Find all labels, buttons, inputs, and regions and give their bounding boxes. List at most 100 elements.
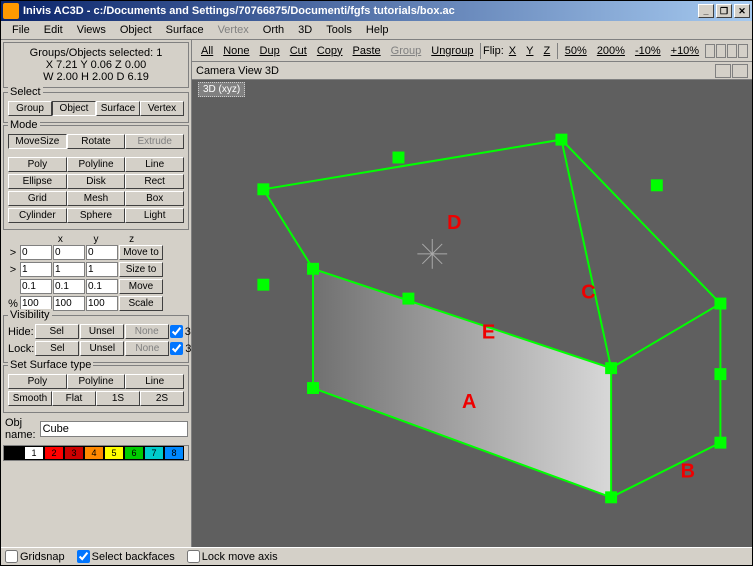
select-object[interactable]: Object [52,101,96,116]
shape-light[interactable]: Light [125,208,184,223]
color-swatch-3[interactable]: 3 [64,446,84,460]
hide-3d-checkbox[interactable]: 3D [170,325,192,338]
face-b: B [681,460,695,482]
shape-grid[interactable]: Grid [8,191,67,206]
surf-poly[interactable]: Poly [8,374,67,389]
menu-file[interactable]: File [5,22,37,38]
window-title: Inivis AC3D - c:/Documents and Settings/… [23,5,696,17]
color-swatch-7[interactable]: 7 [144,446,164,460]
coord-1-x[interactable] [20,262,52,277]
menubar: FileEditViewsObjectSurfaceVertexOrth3DTo… [1,21,752,40]
coord-0-z[interactable] [86,245,118,260]
coord-1-y[interactable] [53,262,85,277]
menu-vertex[interactable]: Vertex [211,22,256,38]
coord-btn-move[interactable]: Move [119,279,163,294]
coord-3-y[interactable] [53,296,85,311]
mode-movesize[interactable]: MoveSize [8,134,67,149]
menu-help[interactable]: Help [359,22,396,38]
menu-edit[interactable]: Edit [37,22,70,38]
color-swatch-6[interactable]: 6 [124,446,144,460]
coord-1-z[interactable] [86,262,118,277]
shape-sphere[interactable]: Sphere [67,208,126,223]
close-button[interactable]: ✕ [734,4,750,18]
menu-object[interactable]: Object [113,22,159,38]
info-line2: X 7.21 Y 0.06 Z 0.00 [8,59,184,71]
surface-type-group: Set Surface type PolyPolylineLine Smooth… [3,365,189,413]
gridsnap-checkbox[interactable]: Gridsnap [5,550,65,563]
mode-rotate[interactable]: Rotate [67,134,126,149]
color-swatch-1[interactable]: 1 [24,446,44,460]
lock-label: Lock: [8,343,34,355]
surf-flat[interactable]: Flat [52,391,96,406]
coord-btn-scale[interactable]: Scale [119,296,163,311]
shape-box[interactable]: Box [125,191,184,206]
shape-polyline[interactable]: Polyline [67,157,126,172]
surf-2s[interactable]: 2S [140,391,184,406]
left-panel: Groups/Objects selected: 1 X 7.21 Y 0.06… [1,40,192,547]
maximize-button[interactable]: ❐ [716,4,732,18]
surf-polyline[interactable]: Polyline [67,374,126,389]
color-swatch-4[interactable]: 4 [84,446,104,460]
coord-0-y[interactable] [53,245,85,260]
coord-3-z[interactable] [86,296,118,311]
color-swatch-2[interactable]: 2 [44,446,64,460]
menu-orth[interactable]: Orth [256,22,291,38]
selection-info: Groups/Objects selected: 1 X 7.21 Y 0.06… [3,42,189,88]
color-swatch-5[interactable]: 5 [104,446,124,460]
shape-rect[interactable]: Rect [125,174,184,189]
info-line3: W 2.00 H 2.00 D 6.19 [8,71,184,83]
vis-legend: Visibility [8,309,52,321]
face-a: A [462,391,476,413]
shape-line[interactable]: Line [125,157,184,172]
hide-label: Hide: [8,326,34,338]
hide-unsel-button[interactable]: Unsel [80,324,124,339]
coord-2-y[interactable] [53,279,85,294]
backfaces-checkbox[interactable]: Select backfaces [77,550,175,563]
select-group[interactable]: Group [8,101,52,116]
lock-none-button[interactable]: None [125,341,169,356]
surf-legend: Set Surface type [8,359,93,371]
maximize-view-icon[interactable] [732,64,748,78]
shape-mesh[interactable]: Mesh [67,191,126,206]
coord-2-x[interactable] [20,279,52,294]
coord-lbl-1: > [7,264,19,276]
coord-2-z[interactable] [86,279,118,294]
app-icon [3,3,19,19]
mode-group: Mode MoveSizeRotateExtrude PolyPolylineL… [3,125,189,230]
coord-lbl-3: % [7,298,19,310]
statusbar: Gridsnap Select backfaces Lock move axis [1,547,752,565]
lockmove-checkbox[interactable]: Lock move axis [187,550,278,563]
coord-0-x[interactable] [20,245,52,260]
shape-disk[interactable]: Disk [67,174,126,189]
lock-3d-checkbox[interactable]: 3D [170,342,192,355]
select-legend: Select [8,86,43,98]
menu-surface[interactable]: Surface [159,22,211,38]
surf-smooth[interactable]: Smooth [8,391,52,406]
coord-btn-move-to[interactable]: Move to [119,245,163,260]
color-swatch-8[interactable]: 8 [164,446,184,460]
shape-cylinder[interactable]: Cylinder [8,208,67,223]
coord-btn-size-to[interactable]: Size to [119,262,163,277]
coord-lbl-0: > [7,247,19,259]
surf-1s[interactable]: 1S [96,391,140,406]
select-surface[interactable]: Surface [96,101,140,116]
shape-poly[interactable]: Poly [8,157,67,172]
menu-tools[interactable]: Tools [319,22,359,38]
minimize-button[interactable]: _ [698,4,714,18]
surf-line[interactable]: Line [125,374,184,389]
box-wireframe: A B C D E [192,80,752,547]
objname-input[interactable] [40,421,188,437]
shape-ellipse[interactable]: Ellipse [8,174,67,189]
menu-3d[interactable]: 3D [291,22,319,38]
viewport: Camera View 3D 3D (xyz) [192,62,752,547]
hide-sel-button[interactable]: Sel [35,324,79,339]
menu-views[interactable]: Views [70,22,113,38]
lock-unsel-button[interactable]: Unsel [80,341,124,356]
hide-none-button[interactable]: None [125,324,169,339]
select-vertex[interactable]: Vertex [140,101,184,116]
color-swatch-0[interactable] [4,446,24,460]
3d-canvas[interactable]: 3D (xyz) [192,80,752,547]
lock-sel-button[interactable]: Sel [35,341,79,356]
mode-extrude[interactable]: Extrude [125,134,184,149]
refresh-icon[interactable] [715,64,731,78]
